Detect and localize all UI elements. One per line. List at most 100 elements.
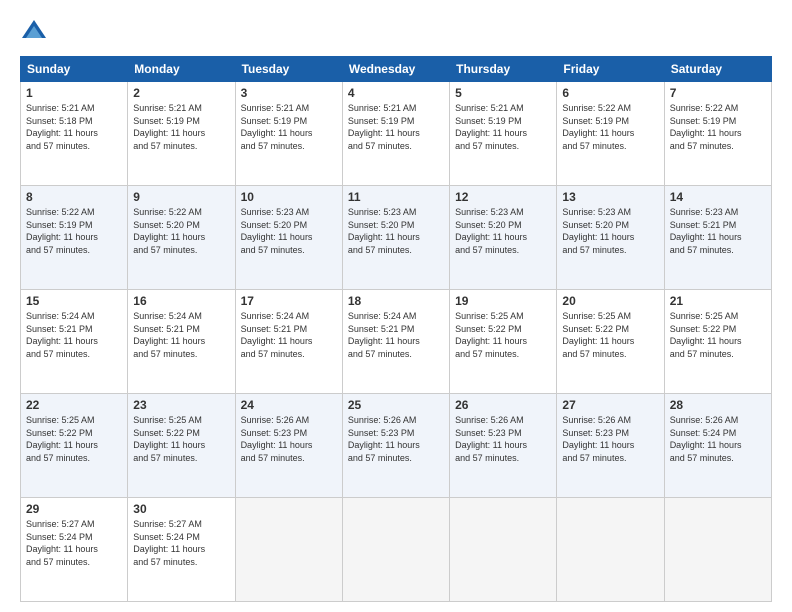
- day-info: Sunrise: 5:25 AM Sunset: 5:22 PM Dayligh…: [26, 414, 122, 464]
- day-cell: 12 Sunrise: 5:23 AM Sunset: 5:20 PM Dayli…: [450, 186, 557, 290]
- header-row: SundayMondayTuesdayWednesdayThursdayFrid…: [21, 57, 772, 82]
- header-cell-friday: Friday: [557, 57, 664, 82]
- day-cell: [557, 498, 664, 602]
- day-info: Sunrise: 5:24 AM Sunset: 5:21 PM Dayligh…: [26, 310, 122, 360]
- day-number: 1: [26, 86, 122, 100]
- day-number: 11: [348, 190, 444, 204]
- day-number: 17: [241, 294, 337, 308]
- day-cell: 13 Sunrise: 5:23 AM Sunset: 5:20 PM Dayli…: [557, 186, 664, 290]
- day-cell: 10Sunrise: 5:23 AM Sunset: 5:20 PM Dayli…: [235, 186, 342, 290]
- day-cell: [235, 498, 342, 602]
- day-number: 27: [562, 398, 658, 412]
- day-info: Sunrise: 5:23 AM Sunset: 5:20 PM Dayligh…: [348, 206, 444, 256]
- day-number: 23: [133, 398, 229, 412]
- day-info: Sunrise: 5:23 AM Sunset: 5:20 PM Dayligh…: [562, 206, 658, 256]
- day-cell: 11 Sunrise: 5:23 AM Sunset: 5:20 PM Dayli…: [342, 186, 449, 290]
- page: SundayMondayTuesdayWednesdayThursdayFrid…: [0, 0, 792, 612]
- day-cell: 4 Sunrise: 5:21 AM Sunset: 5:19 PM Daylig…: [342, 82, 449, 186]
- day-cell: 23 Sunrise: 5:25 AM Sunset: 5:22 PM Dayli…: [128, 394, 235, 498]
- day-cell: 8 Sunrise: 5:22 AM Sunset: 5:19 PM Daylig…: [21, 186, 128, 290]
- day-cell: 9 Sunrise: 5:22 AM Sunset: 5:20 PM Daylig…: [128, 186, 235, 290]
- day-number: 5: [455, 86, 551, 100]
- week-row-3: 15 Sunrise: 5:24 AM Sunset: 5:21 PM Dayli…: [21, 290, 772, 394]
- day-cell: 24Sunrise: 5:26 AM Sunset: 5:23 PM Dayli…: [235, 394, 342, 498]
- day-number: 8: [26, 190, 122, 204]
- day-info: Sunrise: 5:22 AM Sunset: 5:19 PM Dayligh…: [26, 206, 122, 256]
- calendar-table: SundayMondayTuesdayWednesdayThursdayFrid…: [20, 56, 772, 602]
- day-number: 12: [455, 190, 551, 204]
- logo: [20, 18, 52, 46]
- calendar-body: 1 Sunrise: 5:21 AM Sunset: 5:18 PM Daylig…: [21, 82, 772, 602]
- logo-icon: [20, 18, 48, 46]
- day-cell: 30 Sunrise: 5:27 AM Sunset: 5:24 PM Dayli…: [128, 498, 235, 602]
- day-info: Sunrise: 5:25 AM Sunset: 5:22 PM Dayligh…: [670, 310, 766, 360]
- day-number: 29: [26, 502, 122, 516]
- day-info: Sunrise: 5:21 AM Sunset: 5:19 PM Dayligh…: [241, 102, 337, 152]
- day-cell: 7Sunrise: 5:22 AM Sunset: 5:19 PM Daylig…: [664, 82, 771, 186]
- day-number: 22: [26, 398, 122, 412]
- day-info: Sunrise: 5:24 AM Sunset: 5:21 PM Dayligh…: [241, 310, 337, 360]
- day-cell: 25 Sunrise: 5:26 AM Sunset: 5:23 PM Dayli…: [342, 394, 449, 498]
- day-cell: 22 Sunrise: 5:25 AM Sunset: 5:22 PM Dayli…: [21, 394, 128, 498]
- day-cell: 14 Sunrise: 5:23 AM Sunset: 5:21 PM Dayli…: [664, 186, 771, 290]
- day-number: 3: [241, 86, 337, 100]
- day-info: Sunrise: 5:26 AM Sunset: 5:23 PM Dayligh…: [455, 414, 551, 464]
- day-number: 14: [670, 190, 766, 204]
- day-number: 4: [348, 86, 444, 100]
- day-info: Sunrise: 5:26 AM Sunset: 5:24 PM Dayligh…: [670, 414, 766, 464]
- day-number: 9: [133, 190, 229, 204]
- day-number: 26: [455, 398, 551, 412]
- day-cell: [342, 498, 449, 602]
- day-info: Sunrise: 5:21 AM Sunset: 5:19 PM Dayligh…: [455, 102, 551, 152]
- day-cell: 5 Sunrise: 5:21 AM Sunset: 5:19 PM Daylig…: [450, 82, 557, 186]
- header-cell-wednesday: Wednesday: [342, 57, 449, 82]
- day-info: Sunrise: 5:27 AM Sunset: 5:24 PM Dayligh…: [26, 518, 122, 568]
- calendar-header: SundayMondayTuesdayWednesdayThursdayFrid…: [21, 57, 772, 82]
- day-number: 25: [348, 398, 444, 412]
- day-info: Sunrise: 5:26 AM Sunset: 5:23 PM Dayligh…: [562, 414, 658, 464]
- day-number: 28: [670, 398, 766, 412]
- day-cell: 2Sunrise: 5:21 AM Sunset: 5:19 PM Daylig…: [128, 82, 235, 186]
- day-info: Sunrise: 5:21 AM Sunset: 5:18 PM Dayligh…: [26, 102, 122, 152]
- day-number: 20: [562, 294, 658, 308]
- day-cell: 21 Sunrise: 5:25 AM Sunset: 5:22 PM Dayli…: [664, 290, 771, 394]
- day-info: Sunrise: 5:22 AM Sunset: 5:20 PM Dayligh…: [133, 206, 229, 256]
- day-number: 24: [241, 398, 337, 412]
- day-info: Sunrise: 5:22 AM Sunset: 5:19 PM Dayligh…: [670, 102, 766, 152]
- header: [20, 18, 772, 46]
- day-number: 2: [133, 86, 229, 100]
- week-row-1: 1 Sunrise: 5:21 AM Sunset: 5:18 PM Daylig…: [21, 82, 772, 186]
- day-cell: 26 Sunrise: 5:26 AM Sunset: 5:23 PM Dayli…: [450, 394, 557, 498]
- header-cell-sunday: Sunday: [21, 57, 128, 82]
- day-number: 6: [562, 86, 658, 100]
- day-cell: 29 Sunrise: 5:27 AM Sunset: 5:24 PM Dayli…: [21, 498, 128, 602]
- header-cell-thursday: Thursday: [450, 57, 557, 82]
- day-cell: 6 Sunrise: 5:22 AM Sunset: 5:19 PM Daylig…: [557, 82, 664, 186]
- day-number: 15: [26, 294, 122, 308]
- day-info: Sunrise: 5:23 AM Sunset: 5:20 PM Dayligh…: [455, 206, 551, 256]
- day-cell: 17 Sunrise: 5:24 AM Sunset: 5:21 PM Dayli…: [235, 290, 342, 394]
- week-row-2: 8 Sunrise: 5:22 AM Sunset: 5:19 PM Daylig…: [21, 186, 772, 290]
- day-cell: 1 Sunrise: 5:21 AM Sunset: 5:18 PM Daylig…: [21, 82, 128, 186]
- header-cell-saturday: Saturday: [664, 57, 771, 82]
- day-number: 13: [562, 190, 658, 204]
- day-info: Sunrise: 5:21 AM Sunset: 5:19 PM Dayligh…: [348, 102, 444, 152]
- week-row-4: 22 Sunrise: 5:25 AM Sunset: 5:22 PM Dayli…: [21, 394, 772, 498]
- day-info: Sunrise: 5:25 AM Sunset: 5:22 PM Dayligh…: [455, 310, 551, 360]
- week-row-5: 29 Sunrise: 5:27 AM Sunset: 5:24 PM Dayli…: [21, 498, 772, 602]
- day-info: Sunrise: 5:23 AM Sunset: 5:20 PM Dayligh…: [241, 206, 337, 256]
- day-number: 30: [133, 502, 229, 516]
- day-number: 21: [670, 294, 766, 308]
- day-info: Sunrise: 5:24 AM Sunset: 5:21 PM Dayligh…: [133, 310, 229, 360]
- day-info: Sunrise: 5:26 AM Sunset: 5:23 PM Dayligh…: [348, 414, 444, 464]
- day-cell: 19Sunrise: 5:25 AM Sunset: 5:22 PM Dayli…: [450, 290, 557, 394]
- day-info: Sunrise: 5:22 AM Sunset: 5:19 PM Dayligh…: [562, 102, 658, 152]
- day-info: Sunrise: 5:25 AM Sunset: 5:22 PM Dayligh…: [562, 310, 658, 360]
- day-cell: [450, 498, 557, 602]
- day-info: Sunrise: 5:23 AM Sunset: 5:21 PM Dayligh…: [670, 206, 766, 256]
- day-cell: 16Sunrise: 5:24 AM Sunset: 5:21 PM Dayli…: [128, 290, 235, 394]
- day-info: Sunrise: 5:27 AM Sunset: 5:24 PM Dayligh…: [133, 518, 229, 568]
- header-cell-tuesday: Tuesday: [235, 57, 342, 82]
- day-info: Sunrise: 5:24 AM Sunset: 5:21 PM Dayligh…: [348, 310, 444, 360]
- day-info: Sunrise: 5:25 AM Sunset: 5:22 PM Dayligh…: [133, 414, 229, 464]
